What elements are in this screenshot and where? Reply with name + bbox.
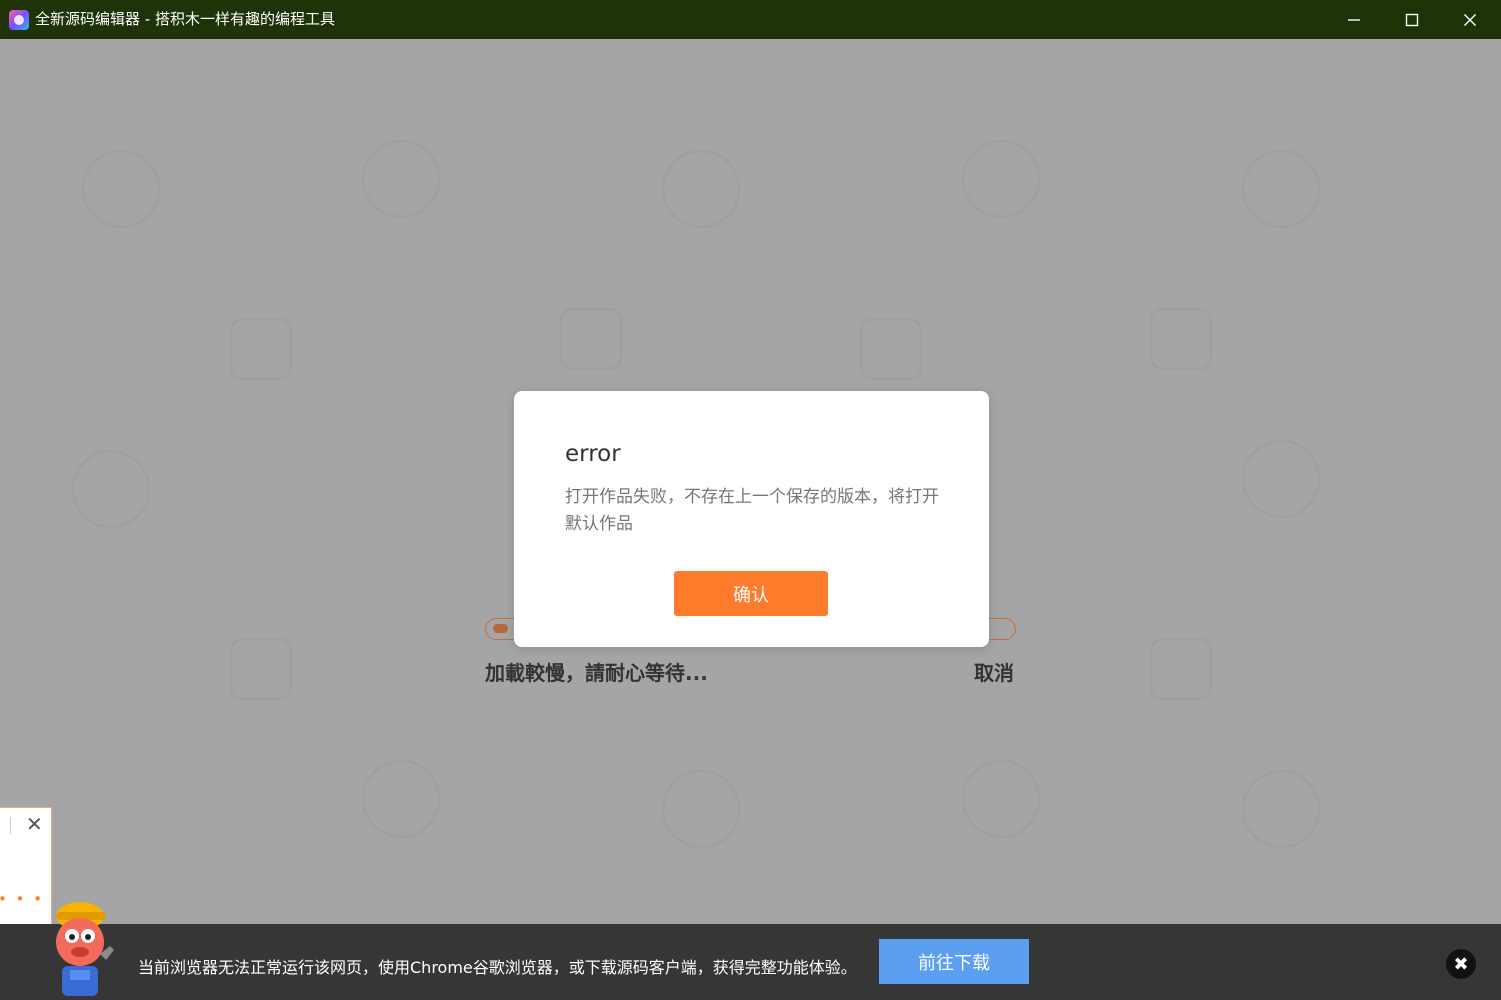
confirm-button[interactable]: 确认 (674, 571, 828, 616)
close-icon (1464, 13, 1476, 26)
minimize-button[interactable] (1325, 0, 1383, 39)
title-bar: 全新源码编辑器 - 搭积木一样有趣的编程工具 (0, 0, 1501, 39)
popup-divider (10, 817, 11, 834)
mascot-icon (56, 902, 114, 996)
close-window-button[interactable] (1441, 0, 1499, 39)
loading-status-text: 加載較慢，請耐心等待... (485, 661, 708, 685)
download-client-button[interactable]: 前往下载 (879, 939, 1029, 984)
window-title: 全新源码编辑器 - 搭积木一样有趣的编程工具 (35, 10, 335, 28)
dialog-message: 打开作品失败，不存在上一个保存的版本，将打开默认作品 (565, 487, 939, 534)
popup-typing-dots: • • • (0, 890, 45, 908)
banner-close-icon[interactable]: ✖ (1446, 949, 1476, 979)
loading-progress-fill (493, 624, 509, 633)
dialog-title: error (565, 441, 621, 467)
maximize-icon (1405, 13, 1419, 26)
banner-message: 当前浏览器无法正常运行该网页，使用Chrome谷歌浏览器，或下载源码客户端，获得… (138, 958, 857, 977)
error-dialog: error 打开作品失败，不存在上一个保存的版本，将打开默认作品 确认 (514, 391, 989, 647)
popup-close-icon[interactable]: ✕ (26, 814, 43, 834)
minimize-icon (1348, 18, 1360, 21)
maximize-button[interactable] (1383, 0, 1441, 39)
cancel-loading-button[interactable]: 取消 (974, 657, 1014, 686)
app-logo-icon (9, 10, 29, 30)
browser-warning-banner: 当前浏览器无法正常运行该网页，使用Chrome谷歌浏览器，或下载源码客户端，获得… (0, 924, 1501, 1000)
